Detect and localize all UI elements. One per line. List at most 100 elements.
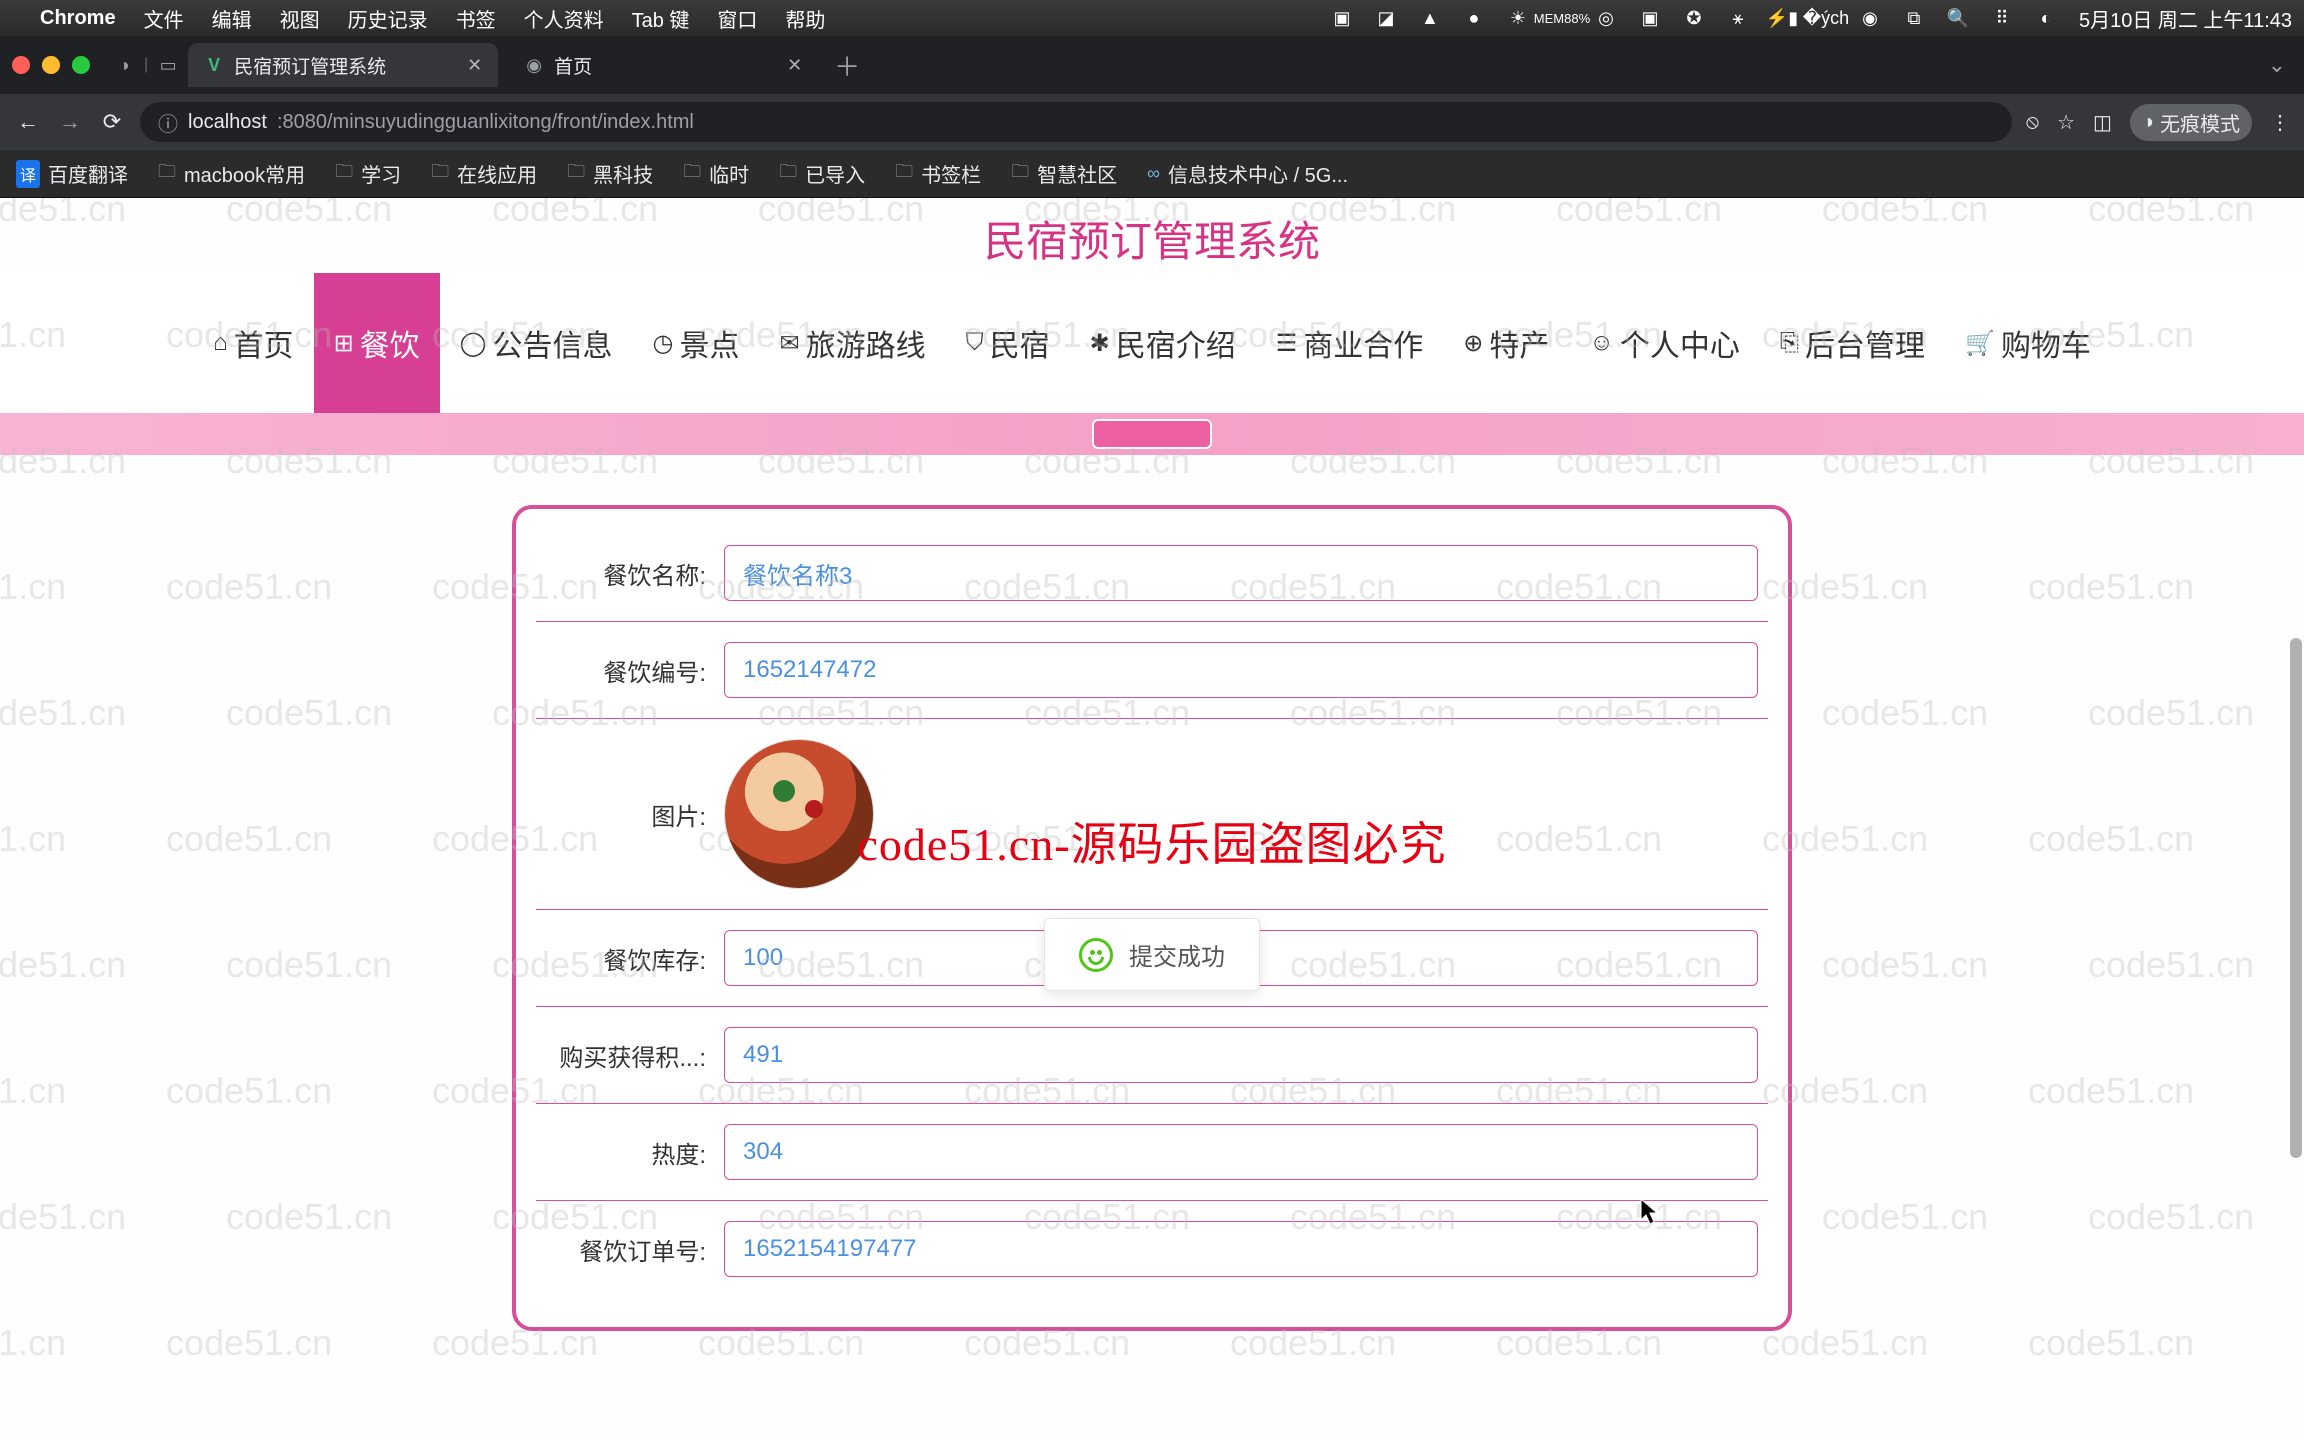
browser-tab[interactable]: ◉ 首页 ✕ [508,43,818,87]
folder-icon: 🗀 [567,159,585,189]
nav-label: 商业合作 [1303,321,1423,365]
bookmark-label: 临时 [709,159,749,188]
nav-label: 民宿介绍 [1116,321,1236,365]
nav-label: 个人中心 [1620,321,1740,365]
nav-cart[interactable]: 🛒购物车 [1945,273,2111,413]
bookmark-folder[interactable]: 🗀在线应用 [431,159,537,189]
folder-icon: 🗀 [683,159,701,189]
bookmark-folder[interactable]: 🗀学习 [335,159,401,189]
side-panel-icon[interactable]: ◫ [2093,110,2112,135]
nav-notice[interactable]: ◯公告信息 [440,273,633,413]
menu-window[interactable]: 窗口 [717,4,757,33]
bluetooth-icon[interactable]: ⚹ [1727,7,1749,29]
tray-icon[interactable]: ⧉ [1903,7,1925,29]
tabs-dropdown-icon[interactable]: ⌄ [2268,52,2286,78]
nav-intro[interactable]: ✱民宿介绍 [1070,273,1256,413]
menubar-app-name[interactable]: Chrome [40,7,116,30]
toast-text: 提交成功 [1129,937,1225,972]
tray-icon[interactable]: ✪ [1683,7,1705,29]
new-tab-button[interactable]: ＋ [828,47,866,84]
bookmark-star-icon[interactable]: ☆ [2057,110,2075,135]
menu-view[interactable]: 视图 [280,4,320,33]
row-order-no: 餐饮订单号: [536,1201,1768,1297]
bookmark-label: 学习 [361,159,401,188]
page-content: code51.cncode51.cncode51.cncode51.cncode… [0,198,2304,1440]
back-button[interactable]: ← [14,109,42,135]
tray-icon[interactable]: ◎ [1595,7,1617,29]
menu-profile[interactable]: 个人资料 [524,4,604,33]
menu-history[interactable]: 历史记录 [348,4,428,33]
nav-food[interactable]: ⊞餐饮 [314,273,440,413]
close-tab-icon[interactable]: ✕ [787,55,802,76]
tray-icon[interactable]: ☀ [1507,7,1529,29]
food-image-thumbnail[interactable] [724,739,874,889]
link-icon: ⎘ [1780,329,1799,357]
nav-label: 旅游路线 [806,321,926,365]
close-window-button[interactable] [12,56,30,74]
menubar-clock[interactable]: 5月10日 周二 上午11:43 [2079,4,2292,33]
siri-icon[interactable]: ◐ [2035,7,2057,29]
success-toast: 提交成功 [1044,918,1260,991]
nav-profile[interactable]: ☺个人中心 [1569,273,1760,413]
site-info-icon[interactable]: ⓘ [158,108,178,137]
bookmark-folder[interactable]: 🗀智慧社区 [1011,159,1117,189]
vertical-scrollbar[interactable] [2290,258,2302,1420]
tray-icon[interactable]: ◉ [1859,7,1881,29]
nav-business[interactable]: ☰商业合作 [1256,273,1444,413]
nav-homestay[interactable]: ⛉民宿 [946,273,1070,413]
nav-label: 首页 [234,321,294,365]
site-title: 民宿预订管理系统 [0,198,2304,273]
battery-icon[interactable]: ⚡▮ [1771,7,1793,29]
control-center-icon[interactable]: ⠿ [1991,7,2013,29]
tab-list-icon[interactable]: ▭ [158,55,178,75]
input-food-code[interactable] [724,642,1758,698]
menu-tab[interactable]: Tab 键 [632,4,690,33]
star-icon: ✱ [1090,329,1110,358]
address-bar[interactable]: ⓘ localhost:8080/minsuyudingguanlixitong… [140,102,2012,142]
input-points[interactable] [724,1027,1758,1083]
folder-icon: 🗀 [158,159,176,189]
bookmark-folder[interactable]: 🗀黑科技 [567,159,653,189]
nav-admin[interactable]: ⎘后台管理 [1760,273,1945,413]
minimize-window-button[interactable] [42,56,60,74]
menu-edit[interactable]: 编辑 [212,4,252,33]
forward-button[interactable]: → [56,109,84,135]
eye-off-icon[interactable]: ⦸ [2026,111,2039,134]
spotlight-icon[interactable]: 🔍 [1947,7,1969,29]
search-box-widget[interactable] [1092,419,1212,449]
bookmark-item[interactable]: 译百度翻译 [16,159,128,188]
menu-help[interactable]: 帮助 [785,4,825,33]
window-controls [12,56,90,74]
input-order-no[interactable] [724,1221,1758,1277]
browser-tab-active[interactable]: V 民宿预订管理系统 ✕ [188,43,498,87]
kebab-menu-icon[interactable]: ⋮ [2270,110,2290,135]
nav-specialty[interactable]: ⊕特产 [1443,273,1569,413]
bookmark-folder[interactable]: 🗀书签栏 [895,159,981,189]
close-tab-icon[interactable]: ✕ [467,55,482,76]
row-food-code: 餐饮编号: [536,622,1768,719]
maximize-window-button[interactable] [72,56,90,74]
memory-indicator[interactable]: MEM88% [1551,7,1573,29]
reload-button[interactable]: ⟳ [98,109,126,135]
bookmark-folder[interactable]: 🗀 macbook常用 [158,159,305,189]
bookmark-label: macbook常用 [184,159,305,188]
tray-icon[interactable]: ◪ [1375,7,1397,29]
scrollbar-thumb[interactable] [2290,638,2302,1158]
tray-icon[interactable]: ● [1463,7,1485,29]
nav-home[interactable]: ⌂首页 [193,273,314,413]
input-food-name[interactable] [724,545,1758,601]
tray-icon[interactable]: ▲ [1419,7,1441,29]
wifi-icon[interactable]: �ých [1815,7,1837,29]
bookmark-folder[interactable]: 🗀已导入 [779,159,865,189]
tray-icon[interactable]: ▣ [1639,7,1661,29]
menu-file[interactable]: 文件 [144,4,184,33]
tray-icon[interactable]: ▣ [1331,7,1353,29]
incognito-badge[interactable]: ◑ 无痕模式 [2130,104,2252,141]
nav-spot[interactable]: ◷景点 [633,273,760,413]
bookmark-item[interactable]: ∞信息技术中心 / 5G... [1147,159,1348,188]
nav-route[interactable]: ✉旅游路线 [759,273,945,413]
bookmark-folder[interactable]: 🗀 临时 [683,159,749,189]
menu-bookmarks[interactable]: 书签 [456,4,496,33]
input-heat[interactable] [724,1124,1758,1180]
nav-label: 民宿 [990,321,1050,365]
